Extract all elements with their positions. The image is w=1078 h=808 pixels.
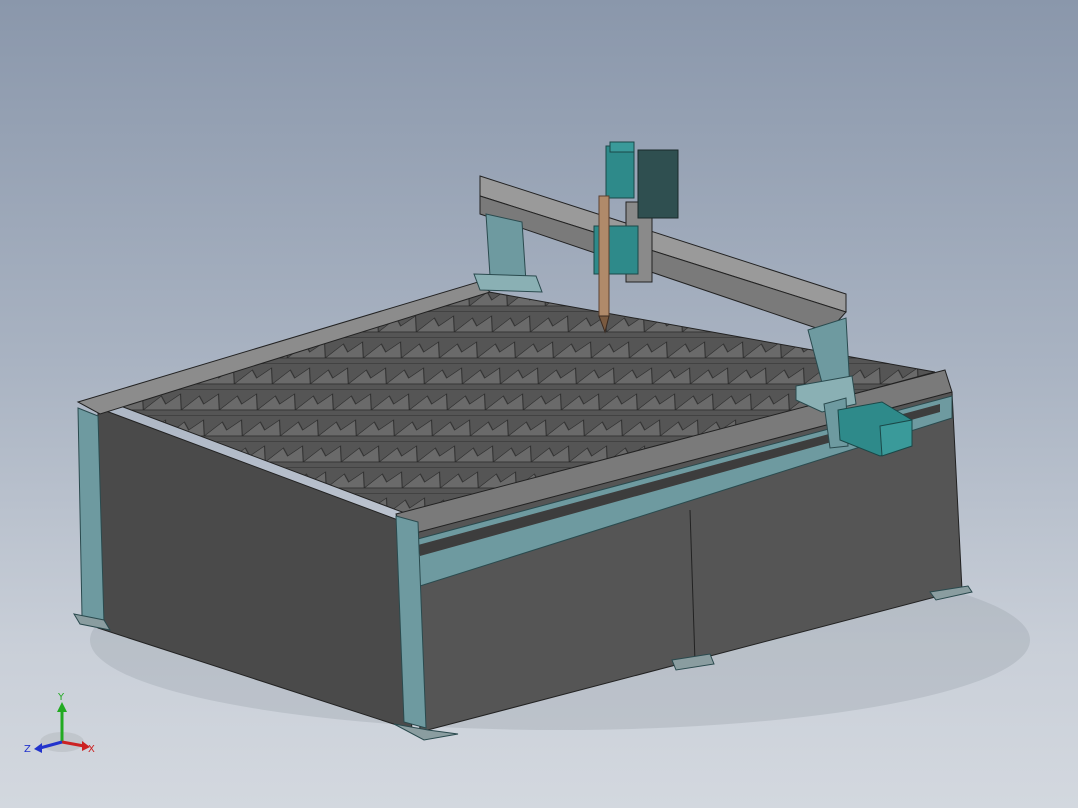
z-axis-motor	[605, 145, 635, 199]
x-axis-label: X	[88, 744, 95, 755]
y-axis-label: Y	[57, 692, 65, 703]
graphics-viewport[interactable]: Y X Z	[0, 0, 1078, 808]
gantry-leg-left	[485, 213, 527, 283]
plasma-torch	[598, 195, 610, 317]
gantry-carriage-left	[473, 273, 543, 293]
x-axis-motor	[637, 149, 679, 219]
coordinate-triad: Y X Z	[24, 692, 95, 755]
z-axis-head-icon	[34, 743, 42, 753]
z-axis-motor-cap	[609, 141, 635, 153]
cad-model-view[interactable]	[0, 0, 1078, 808]
z-axis-label: Z	[24, 744, 31, 755]
y-axis-head-icon	[57, 702, 67, 712]
